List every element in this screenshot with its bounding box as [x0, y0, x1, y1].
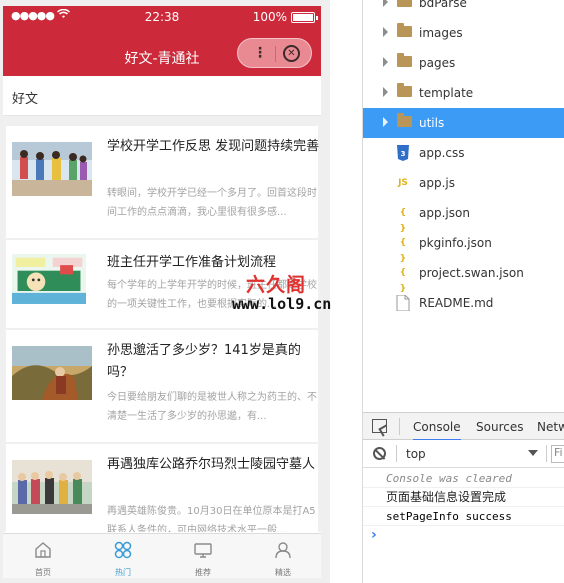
watermark: 六久阁 www.lol9.cn: [230, 270, 370, 318]
json-file-icon: { }: [399, 208, 407, 234]
tree-item-app-css[interactable]: 3 app.css: [363, 138, 564, 168]
toolbar-divider: [546, 445, 547, 462]
article-thumbnail: [12, 142, 92, 196]
watermark-brand: 六久阁: [246, 274, 307, 296]
section-title: 好文: [12, 92, 39, 107]
chevron-down-icon[interactable]: [528, 450, 538, 456]
tree-item-label: pages: [419, 56, 456, 70]
tree-item-label: app.css: [419, 146, 465, 160]
console-prompt-icon[interactable]: ›: [371, 527, 377, 543]
expand-arrow-icon[interactable]: [383, 117, 388, 127]
tree-item-app-json[interactable]: { } app.json: [363, 198, 564, 234]
tree-item-readme[interactable]: README.md: [363, 288, 564, 318]
capsule-menu: ⋮ ✕: [237, 38, 312, 68]
article-title[interactable]: 再遇独库公路乔尔玛烈士陵园守墓人: [107, 454, 321, 476]
expand-arrow-icon[interactable]: [383, 57, 388, 67]
tree-item-label: utils: [419, 116, 445, 130]
tree-item-label: project.swan.json: [419, 266, 524, 280]
tree-item-project-swan-json[interactable]: { } project.swan.json: [363, 258, 564, 294]
tab-bar: 首页 热门 推荐 精选: [3, 533, 321, 578]
tree-item-images[interactable]: images: [363, 18, 564, 48]
tree-item-label: template: [419, 86, 474, 100]
console-toolbar: Console Sources Netw: [363, 412, 564, 441]
battery-percent: 100%: [252, 10, 287, 24]
tab-network[interactable]: Netw: [537, 420, 564, 434]
folder-icon: [397, 0, 412, 7]
console-message: Console was cleared: [363, 469, 564, 488]
folder-icon: [397, 113, 412, 127]
section-header: 好文: [3, 76, 321, 116]
clear-console-icon[interactable]: [373, 447, 386, 460]
capsule-divider: [275, 46, 276, 62]
tab-recommend[interactable]: 推荐: [163, 534, 243, 578]
recommend-icon: [194, 543, 212, 558]
context-select[interactable]: top: [406, 447, 426, 461]
tab-hot[interactable]: 热门: [83, 534, 163, 578]
filter-input[interactable]: Fi: [551, 445, 564, 463]
tree-item-label: bdParse: [419, 0, 467, 10]
tree-item-label: images: [419, 26, 463, 40]
tab-home[interactable]: 首页: [3, 534, 83, 578]
console-message: setPageInfo success: [363, 507, 564, 526]
article-card[interactable]: 孙思邈活了多少岁？141岁是真的吗？ 今日要给朋友们聊的是被世人称之为药王的、不…: [6, 330, 318, 442]
tab-label: 推荐: [195, 568, 211, 577]
tab-sources[interactable]: Sources: [476, 420, 523, 434]
tree-item-pages[interactable]: pages: [363, 48, 564, 78]
tree-item-bdparse[interactable]: bdParse: [363, 0, 564, 18]
json-file-icon: { }: [399, 268, 407, 294]
inspect-element-icon[interactable]: [372, 419, 387, 433]
tab-label: 首页: [35, 568, 51, 577]
folder-icon: [397, 53, 412, 67]
tree-item-app-js[interactable]: JS app.js: [363, 168, 564, 198]
battery-icon: [291, 12, 318, 23]
devtools-panel: bdParse images pages template utils 3 ap…: [362, 0, 564, 583]
home-icon: [35, 542, 51, 558]
watermark-url: www.lol9.cn: [232, 295, 332, 313]
json-file-icon: { }: [399, 238, 407, 264]
article-list[interactable]: 学校开学工作反思 发现问题持续完善 转眼间，学校开学已经一个多月了。回首这段时间…: [3, 116, 321, 532]
status-bar: ●●●●● 22:38 100%: [3, 6, 321, 28]
tab-label: 精选: [275, 568, 291, 577]
css-file-icon: 3: [397, 145, 409, 161]
js-file-icon: JS: [398, 178, 408, 188]
article-title[interactable]: 学校开学工作反思 发现问题持续完善: [107, 136, 321, 158]
nav-bar: 好文-青通社 ⋮ ✕: [3, 28, 321, 76]
file-tree: bdParse images pages template utils 3 ap…: [363, 0, 564, 410]
tree-item-template[interactable]: template: [363, 78, 564, 108]
console-message: 页面基础信息设置完成: [363, 488, 564, 507]
tree-item-label: app.json: [419, 206, 470, 220]
hot-icon: [114, 541, 132, 559]
folder-icon: [397, 83, 412, 97]
article-card[interactable]: 学校开学工作反思 发现问题持续完善 转眼间，学校开学已经一个多月了。回首这段时间…: [6, 126, 321, 238]
markdown-file-icon: [396, 295, 410, 311]
article-desc: 再遇英雄陈俊贵。10月30日在单位原本是打A5联系人条件的，可由网络技术水平一般…: [107, 506, 316, 532]
article-card[interactable]: 再遇独库公路乔尔玛烈士陵园守墓人 再遇英雄陈俊贵。10月30日在单位原本是打A5…: [6, 444, 318, 532]
folder-icon: [397, 23, 412, 37]
expand-arrow-icon[interactable]: [383, 0, 388, 7]
tree-item-label: app.js: [419, 176, 455, 190]
tab-console[interactable]: Console: [413, 420, 461, 441]
toolbar-divider: [396, 445, 397, 462]
tab-featured[interactable]: 精选: [243, 534, 321, 578]
tree-item-label: README.md: [419, 296, 494, 310]
tree-item-utils[interactable]: utils: [363, 108, 564, 138]
tab-label: 热门: [115, 568, 131, 577]
app-root: ●●●●● 22:38 100% 好文-青通社 ⋮ ✕ 好文 学校开学工作反思 …: [0, 0, 564, 583]
article-title[interactable]: 孙思邈活了多少岁？141岁是真的吗？: [107, 340, 321, 384]
article-desc: 今日要给朋友们聊的是被世人称之为药王的、不清楚一生活了多少岁的孙思邈，有...: [107, 392, 317, 422]
article-thumbnail: [12, 460, 92, 514]
expand-arrow-icon[interactable]: [383, 27, 388, 37]
expand-arrow-icon[interactable]: [383, 87, 388, 97]
tree-item-pkginfo-json[interactable]: { } pkginfo.json: [363, 228, 564, 264]
tree-item-label: pkginfo.json: [419, 236, 492, 250]
featured-icon: [275, 542, 291, 559]
console-filter-bar: top Fi: [363, 440, 564, 468]
article-thumbnail: [12, 254, 86, 304]
svg-text:3: 3: [401, 150, 406, 158]
article-desc: 转眼间，学校开学已经一个多月了。回首这段时间工作的点点滴滴，我心里很有很多感..…: [107, 188, 317, 218]
toolbar-divider: [399, 418, 400, 435]
article-thumbnail: [12, 346, 92, 400]
more-icon[interactable]: ⋮: [251, 44, 269, 62]
close-icon[interactable]: ✕: [283, 45, 300, 62]
